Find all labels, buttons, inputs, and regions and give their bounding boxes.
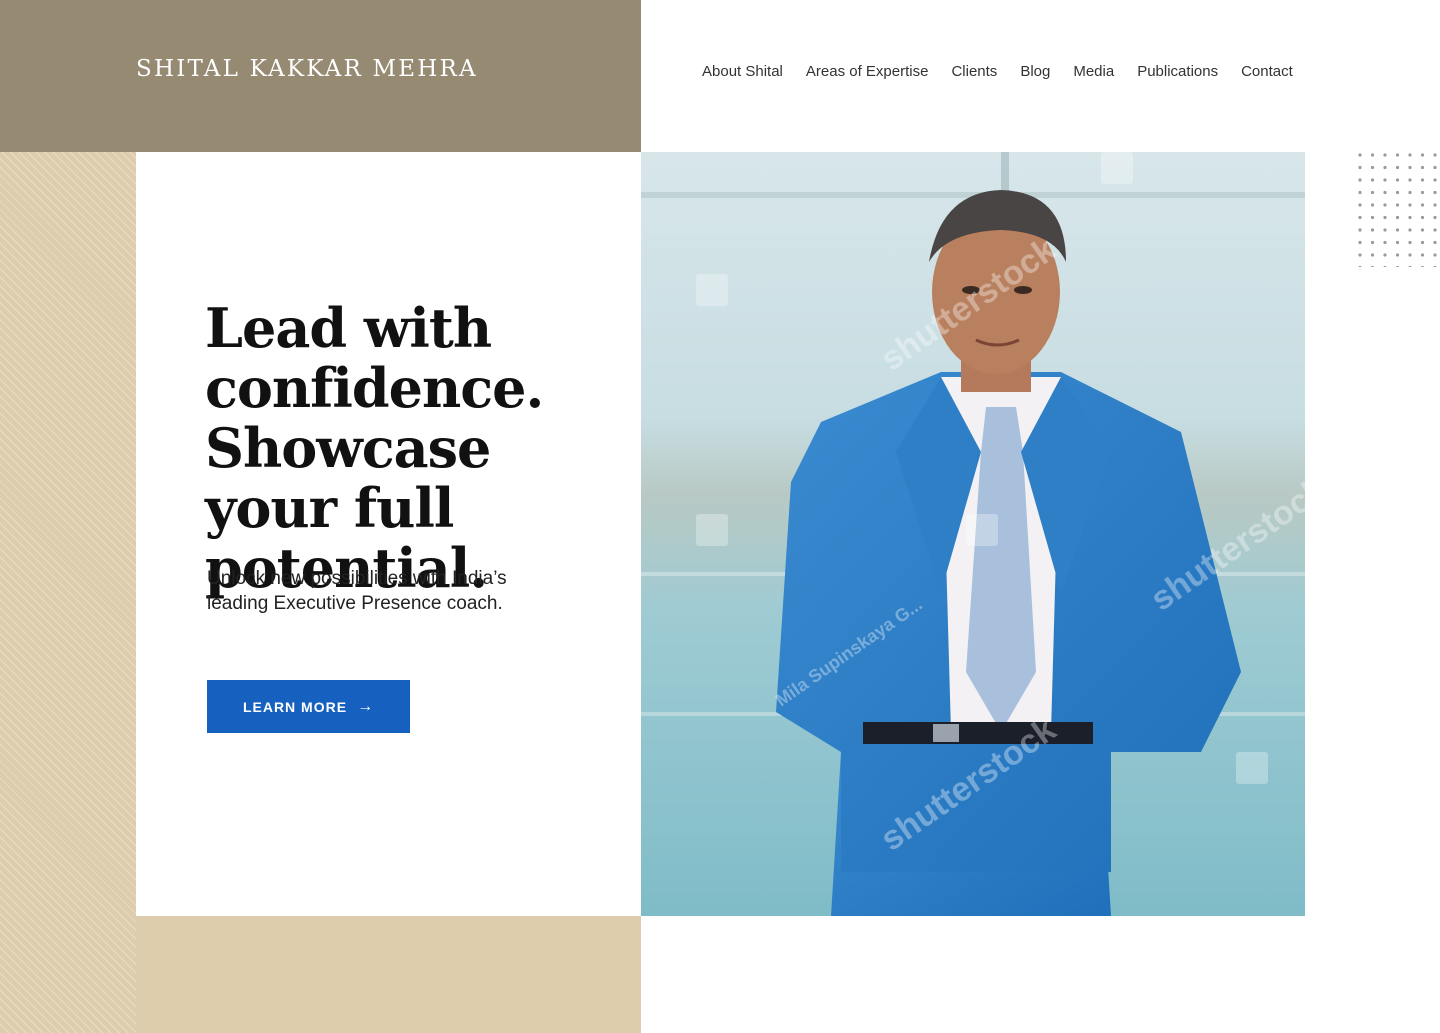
hero-subtext: Unlock new possibilities with India’s le… bbox=[207, 568, 507, 614]
brand-header-band: SHITAL KAKKAR MEHRA bbox=[0, 0, 641, 152]
hero-card: Lead with confidence. Showcase your full… bbox=[136, 152, 641, 916]
decorative-dot bbox=[1358, 165, 1362, 170]
decorative-dot bbox=[1395, 215, 1400, 220]
dot-grid-pattern bbox=[1358, 153, 1437, 270]
decorative-dot bbox=[1433, 153, 1437, 157]
decorative-dot bbox=[1408, 178, 1412, 182]
decorative-dot bbox=[1370, 253, 1375, 257]
decorative-dot bbox=[1408, 215, 1412, 220]
decorative-dot bbox=[1395, 253, 1400, 257]
decorative-dot bbox=[1420, 178, 1425, 182]
nav-item-blog[interactable]: Blog bbox=[1020, 63, 1050, 80]
decorative-dot bbox=[1370, 190, 1375, 195]
decorative-dot bbox=[1433, 203, 1437, 207]
decorative-dot bbox=[1408, 203, 1412, 207]
decorative-striped-panel bbox=[0, 152, 136, 1033]
decorative-dot bbox=[1383, 265, 1387, 270]
decorative-dot bbox=[1358, 203, 1362, 207]
decorative-dot bbox=[1358, 228, 1362, 232]
decorative-dot bbox=[1358, 178, 1362, 182]
decorative-dot bbox=[1395, 165, 1400, 170]
decorative-dot bbox=[1420, 203, 1425, 207]
decorative-dot bbox=[1420, 215, 1425, 220]
decorative-dot bbox=[1420, 240, 1425, 245]
decorative-dot bbox=[1370, 153, 1375, 157]
decorative-dot bbox=[1420, 153, 1425, 157]
decorative-dot bbox=[1395, 203, 1400, 207]
decorative-dot bbox=[1370, 265, 1375, 270]
decorative-dot bbox=[1433, 190, 1437, 195]
decorative-dot bbox=[1370, 228, 1375, 232]
decorative-dot bbox=[1433, 265, 1437, 270]
decorative-dot bbox=[1420, 265, 1425, 270]
decorative-dot bbox=[1370, 165, 1375, 170]
decorative-dot bbox=[1408, 240, 1412, 245]
decorative-dot bbox=[1370, 203, 1375, 207]
decorative-dot bbox=[1383, 203, 1387, 207]
decorative-dot bbox=[1433, 165, 1437, 170]
decorative-dot bbox=[1408, 190, 1412, 195]
nav-item-areas-of-expertise[interactable]: Areas of Expertise bbox=[806, 63, 929, 80]
decorative-dot bbox=[1370, 240, 1375, 245]
decorative-dot bbox=[1433, 253, 1437, 257]
decorative-dot bbox=[1358, 153, 1362, 157]
hero-headline: Lead with confidence. Showcase your full… bbox=[205, 296, 544, 600]
learn-more-label: LEARN MORE bbox=[242, 698, 348, 715]
nav-item-media[interactable]: Media bbox=[1073, 63, 1114, 80]
main-navigation: About Shital Areas of Expertise Clients … bbox=[702, 63, 1293, 80]
decorative-dot bbox=[1383, 240, 1387, 245]
decorative-dot bbox=[1383, 165, 1387, 170]
nav-item-publications[interactable]: Publications bbox=[1137, 63, 1218, 80]
decorative-dot bbox=[1383, 178, 1387, 182]
learn-more-button[interactable]: LEARN MORE → bbox=[207, 680, 410, 733]
decorative-dot bbox=[1370, 178, 1375, 182]
decorative-dot bbox=[1383, 228, 1387, 232]
decorative-dot bbox=[1395, 265, 1400, 270]
decorative-dot bbox=[1408, 265, 1412, 270]
nav-item-contact[interactable]: Contact bbox=[1241, 63, 1293, 80]
decorative-dot-grid bbox=[1357, 151, 1440, 270]
portrait-illustration: shutterstock shutterstock shutterstock M… bbox=[641, 152, 1305, 916]
brand-logo-text[interactable]: SHITAL KAKKAR MEHRA bbox=[136, 56, 478, 82]
decorative-dot bbox=[1395, 178, 1400, 182]
decorative-dot bbox=[1408, 153, 1412, 157]
decorative-dot bbox=[1395, 153, 1400, 157]
arrow-right-icon: → bbox=[357, 697, 375, 715]
decorative-dot bbox=[1383, 153, 1387, 157]
decorative-beige-block bbox=[136, 916, 641, 1033]
decorative-dot bbox=[1395, 240, 1400, 245]
decorative-dot bbox=[1383, 215, 1387, 220]
hero-portrait-photo: shutterstock shutterstock shutterstock M… bbox=[641, 152, 1305, 916]
decorative-dot bbox=[1358, 190, 1362, 195]
decorative-dot bbox=[1358, 253, 1362, 257]
decorative-dot bbox=[1383, 253, 1387, 257]
decorative-dot bbox=[1408, 253, 1412, 257]
decorative-dot bbox=[1358, 215, 1362, 220]
decorative-dot bbox=[1383, 190, 1387, 195]
decorative-dot bbox=[1433, 228, 1437, 232]
decorative-dot bbox=[1433, 215, 1437, 220]
decorative-dot bbox=[1420, 165, 1425, 170]
decorative-dot bbox=[1358, 265, 1362, 270]
decorative-dot bbox=[1370, 215, 1375, 220]
nav-item-clients[interactable]: Clients bbox=[951, 63, 997, 80]
decorative-dot bbox=[1408, 228, 1412, 232]
decorative-dot bbox=[1420, 228, 1425, 232]
decorative-dot bbox=[1395, 190, 1400, 195]
decorative-dot bbox=[1420, 253, 1425, 257]
decorative-dot bbox=[1395, 228, 1400, 232]
decorative-dot bbox=[1358, 240, 1362, 245]
decorative-dot bbox=[1420, 190, 1425, 195]
nav-item-about[interactable]: About Shital bbox=[702, 63, 783, 80]
decorative-dot bbox=[1433, 178, 1437, 182]
decorative-dot bbox=[1408, 165, 1412, 170]
decorative-dot bbox=[1433, 240, 1437, 245]
